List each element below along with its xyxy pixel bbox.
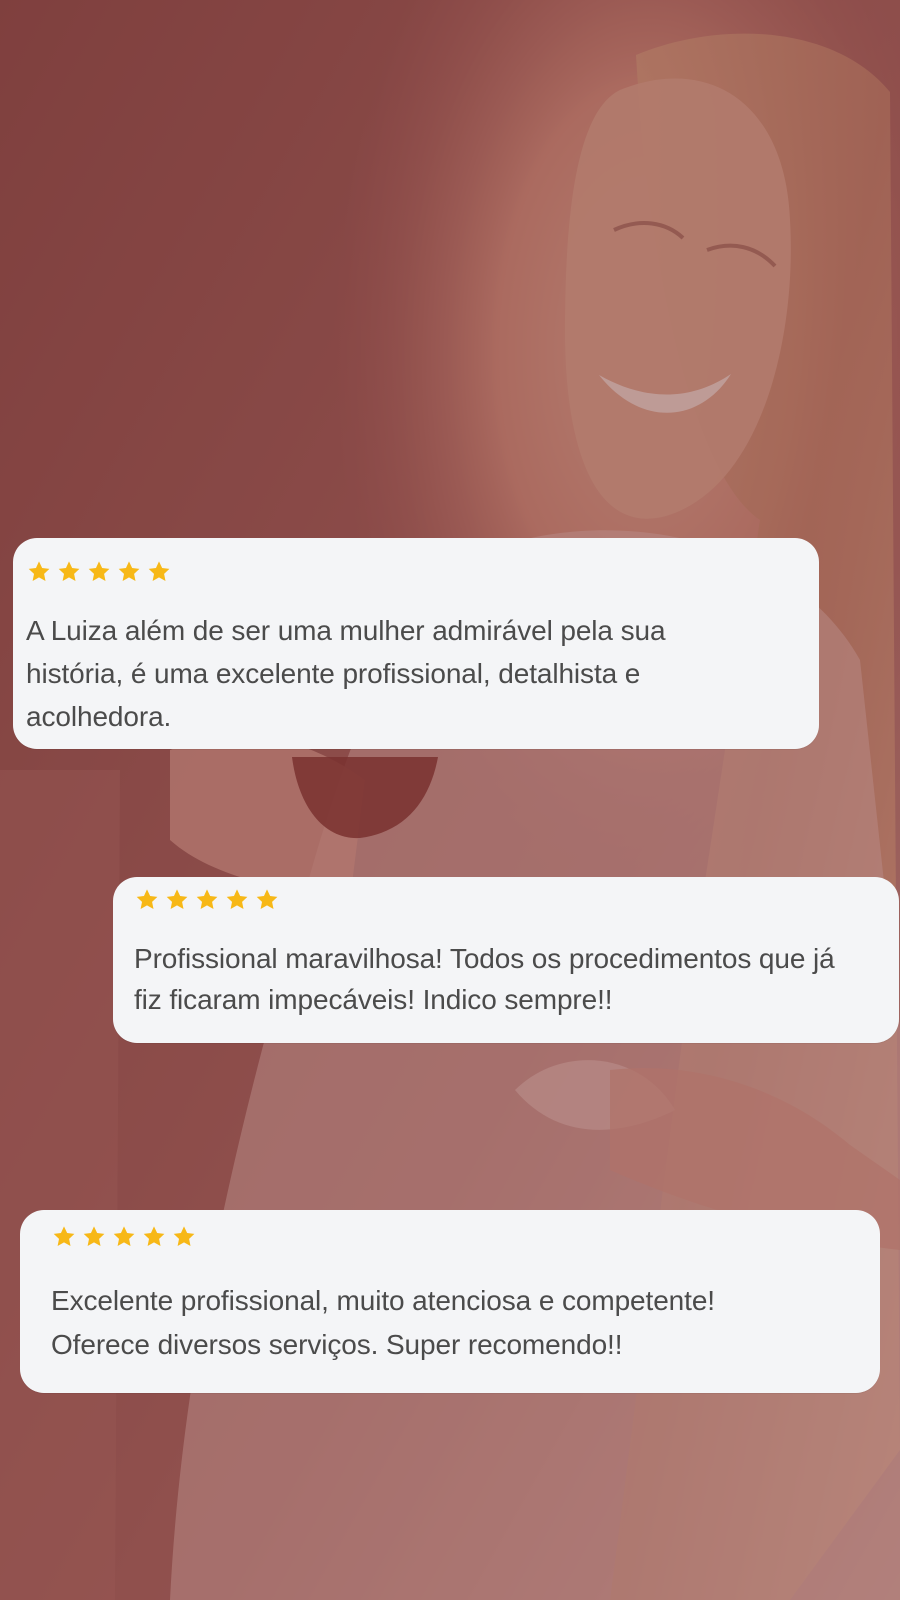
- star-icon: [86, 559, 112, 585]
- star-icon: [81, 1224, 107, 1250]
- star-icon: [224, 887, 250, 913]
- star-icon: [164, 887, 190, 913]
- review-text: Excelente profissional, muito atenciosa …: [51, 1285, 715, 1360]
- star-rating: [51, 1223, 860, 1251]
- review-card: Profissional maravilhosa! Todos os proce…: [113, 877, 899, 1043]
- review-text: A Luiza além de ser uma mulher admirável…: [26, 615, 666, 732]
- star-icon: [56, 559, 82, 585]
- star-icon: [134, 887, 160, 913]
- star-icon: [194, 887, 220, 913]
- star-icon: [51, 1224, 77, 1250]
- star-icon: [254, 887, 280, 913]
- star-icon: [141, 1224, 167, 1250]
- star-rating: [26, 558, 805, 586]
- star-icon: [116, 559, 142, 585]
- review-text: Profissional maravilhosa! Todos os proce…: [134, 943, 835, 1015]
- star-icon: [171, 1224, 197, 1250]
- review-card: A Luiza além de ser uma mulher admirável…: [13, 538, 819, 749]
- star-icon: [146, 559, 172, 585]
- star-icon: [26, 559, 52, 585]
- star-icon: [111, 1224, 137, 1250]
- star-rating: [134, 886, 881, 914]
- testimonials-screen: A Luiza além de ser uma mulher admirável…: [0, 0, 900, 1600]
- review-card: Excelente profissional, muito atenciosa …: [20, 1210, 880, 1393]
